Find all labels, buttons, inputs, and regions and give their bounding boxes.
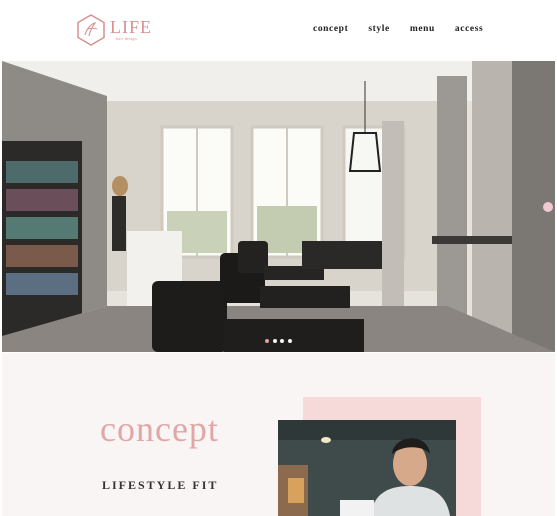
- nav-link-concept[interactable]: concept: [313, 24, 348, 34]
- nav-link-menu[interactable]: menu: [410, 24, 435, 34]
- logo[interactable]: LIFE hair design: [76, 14, 152, 46]
- nav-link-access[interactable]: access: [455, 24, 483, 34]
- concept-photo: [278, 420, 456, 516]
- stylist-portrait-image: [278, 420, 456, 516]
- slider-dot-1[interactable]: [265, 339, 269, 343]
- main-nav: concept style menu access: [313, 24, 503, 34]
- logo-tagline: hair design: [116, 36, 137, 41]
- concept-section: concept LIFESTYLE FIT: [2, 353, 555, 516]
- concept-subtitle: LIFESTYLE FIT: [102, 478, 219, 492]
- slider-dot-2[interactable]: [272, 339, 277, 343]
- slider-dot-3[interactable]: [280, 339, 284, 343]
- hero-slider: [2, 61, 555, 352]
- site-header: LIFE hair design concept style menu acce…: [0, 0, 557, 60]
- slider-dot-4[interactable]: [287, 339, 292, 343]
- concept-title: concept: [100, 409, 219, 449]
- logo-hexagon-icon: [77, 14, 105, 46]
- logo-wordmark: LIFE: [110, 17, 152, 37]
- nav-link-style[interactable]: style: [368, 24, 389, 34]
- logo-text: LIFE hair design: [110, 18, 152, 42]
- slider-dots: [265, 339, 295, 343]
- hero-image: [2, 61, 555, 352]
